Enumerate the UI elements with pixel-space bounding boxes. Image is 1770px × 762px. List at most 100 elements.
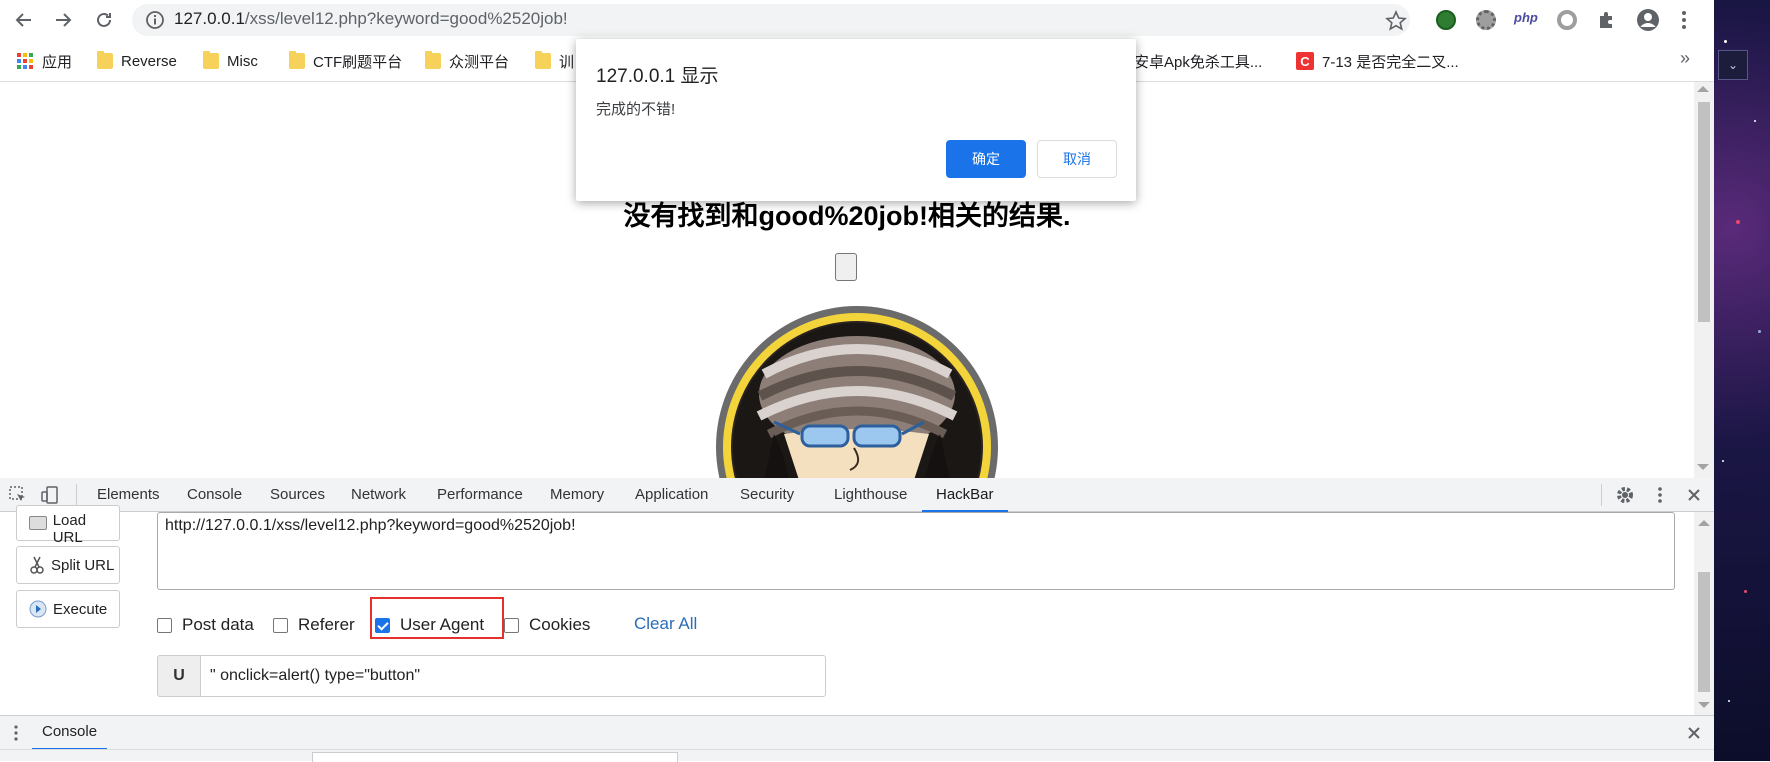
bookmark-label: CTF刷题平台	[313, 53, 403, 71]
bookmark-apk[interactable]: 安卓Apk免杀工具...	[1134, 50, 1262, 72]
cancel-button[interactable]: 取消	[1037, 140, 1117, 178]
reload-icon	[97, 12, 111, 27]
php-extension-icon[interactable]: php	[1514, 10, 1538, 25]
tab-console[interactable]: Console	[187, 478, 242, 512]
bookmark-label: 训	[559, 53, 575, 71]
tab-application[interactable]: Application	[635, 478, 708, 512]
bookmarks-overflow-icon[interactable]: »	[1680, 48, 1690, 69]
folder-icon	[425, 51, 441, 69]
browser-menu-icon[interactable]	[1678, 8, 1690, 32]
star	[1744, 590, 1747, 593]
bookmark-zhongce[interactable]: 众测平台	[425, 50, 509, 72]
extension-ring-icon[interactable]	[1557, 10, 1577, 30]
bookmark-reverse[interactable]: Reverse	[97, 50, 177, 72]
user-agent-input[interactable]: " onclick=alert() type="button"	[200, 655, 826, 697]
alert-dialog: 127.0.0.1 显示 完成的不错! 确定 取消	[576, 39, 1136, 201]
bookmark-ctf[interactable]: CTF刷题平台	[289, 50, 402, 72]
device-toolbar-icon[interactable]	[40, 485, 60, 505]
injected-button[interactable]	[835, 253, 857, 281]
page-scrollbar[interactable]	[1694, 82, 1714, 478]
post-data-checkbox[interactable]	[157, 617, 172, 633]
url-textarea[interactable]	[157, 512, 1675, 590]
clear-all-link[interactable]: Clear All	[634, 614, 697, 634]
tab-performance[interactable]: Performance	[437, 478, 523, 512]
load-url-button[interactable]: Load URL	[16, 505, 120, 546]
inspect-element-icon[interactable]	[8, 485, 28, 505]
play-icon	[29, 600, 47, 618]
scrollbar-thumb[interactable]	[1698, 102, 1710, 322]
tab-hackbar[interactable]: HackBar	[922, 478, 1008, 512]
bookmark-xun[interactable]: 训	[535, 50, 574, 72]
settings-gear-icon[interactable]	[1615, 485, 1635, 505]
user-agent-highlight-box	[370, 597, 504, 639]
toolbar-divider	[76, 484, 77, 506]
forward-button[interactable]	[47, 4, 79, 36]
reload-button[interactable]	[88, 4, 120, 36]
referer-checkbox[interactable]	[273, 617, 288, 633]
split-url-button[interactable]: Split URL	[16, 546, 120, 584]
scissors-icon	[30, 556, 44, 574]
load-url-label: Load URL	[52, 512, 87, 546]
profile-avatar-icon[interactable]	[1636, 8, 1660, 32]
tab-network[interactable]: Network	[351, 478, 406, 512]
star	[1736, 220, 1740, 224]
devtools-more-icon[interactable]	[1654, 485, 1666, 505]
bookmark-label: 安卓Apk免杀工具...	[1134, 53, 1263, 71]
bookmark-apps[interactable]: 应用	[16, 50, 72, 72]
referer-option[interactable]: Referer	[273, 614, 355, 636]
cookies-option[interactable]: Cookies	[504, 614, 590, 636]
scroll-down-icon[interactable]	[1698, 702, 1710, 708]
devtools-close-icon[interactable]	[1686, 487, 1702, 503]
drawer-tab-console[interactable]: Console	[32, 716, 108, 750]
dialog-message: 完成的不错!	[596, 101, 676, 118]
bookmark-misc[interactable]: Misc	[203, 50, 258, 72]
user-agent-prefix: U	[157, 655, 201, 697]
chevron-down-icon[interactable]: ⌄	[1718, 50, 1748, 80]
bookmark-star-icon[interactable]	[1385, 10, 1407, 32]
back-button[interactable]	[8, 4, 40, 36]
desktop-wallpaper: ⌄	[1714, 0, 1770, 761]
url-text: 127.0.0.1/xss/level12.php?keyword=good%2…	[174, 9, 568, 29]
tab-memory[interactable]: Memory	[550, 478, 604, 512]
scroll-up-icon[interactable]	[1697, 86, 1709, 92]
execute-label: Execute	[53, 600, 108, 618]
execute-button[interactable]: Execute	[16, 590, 120, 628]
console-toolbar-strip	[0, 749, 1714, 762]
split-url-label: Split URL	[51, 556, 115, 574]
bookmark-label: 7-13 是否完全二叉...	[1322, 53, 1459, 71]
tab-security[interactable]: Security	[740, 478, 794, 512]
folder-icon	[535, 51, 551, 69]
url-host: 127.0.0.1	[174, 9, 245, 28]
ok-button[interactable]: 确定	[946, 140, 1026, 178]
tab-sources[interactable]: Sources	[270, 478, 325, 512]
folder-icon	[203, 51, 219, 69]
drawer-close-icon[interactable]	[1686, 725, 1702, 741]
extension-green-icon[interactable]	[1436, 10, 1456, 30]
scroll-up-icon[interactable]	[1698, 520, 1710, 526]
option-label: Cookies	[529, 615, 591, 634]
back-arrow-icon	[15, 13, 31, 27]
scrollbar-thumb[interactable]	[1698, 572, 1710, 692]
bookmark-label: Reverse	[121, 52, 177, 70]
cookies-checkbox[interactable]	[504, 617, 519, 633]
extension-gear-icon[interactable]	[1476, 10, 1496, 30]
option-label: Referer	[298, 615, 355, 634]
option-label: Post data	[182, 615, 254, 634]
star	[1722, 460, 1724, 462]
console-drawer-bar: Console	[0, 715, 1714, 750]
star	[1724, 40, 1727, 43]
devtools-scrollbar[interactable]	[1694, 512, 1714, 715]
drawer-menu-icon[interactable]	[12, 724, 20, 742]
info-icon[interactable]	[144, 9, 166, 31]
csdn-icon: C	[1296, 52, 1314, 70]
post-data-option[interactable]: Post data	[157, 614, 254, 636]
dialog-title: 127.0.0.1 显示	[596, 66, 719, 87]
tab-lighthouse[interactable]: Lighthouse	[834, 478, 907, 512]
star	[1758, 330, 1761, 333]
apps-grid-icon	[17, 53, 33, 69]
bookmark-label: 应用	[42, 53, 73, 71]
scroll-down-icon[interactable]	[1697, 464, 1709, 470]
url-path: /xss/level12.php?keyword=good%2520job!	[244, 9, 568, 28]
extensions-puzzle-icon[interactable]	[1596, 9, 1618, 31]
bookmark-csdn[interactable]: C 7-13 是否完全二叉...	[1296, 50, 1459, 72]
